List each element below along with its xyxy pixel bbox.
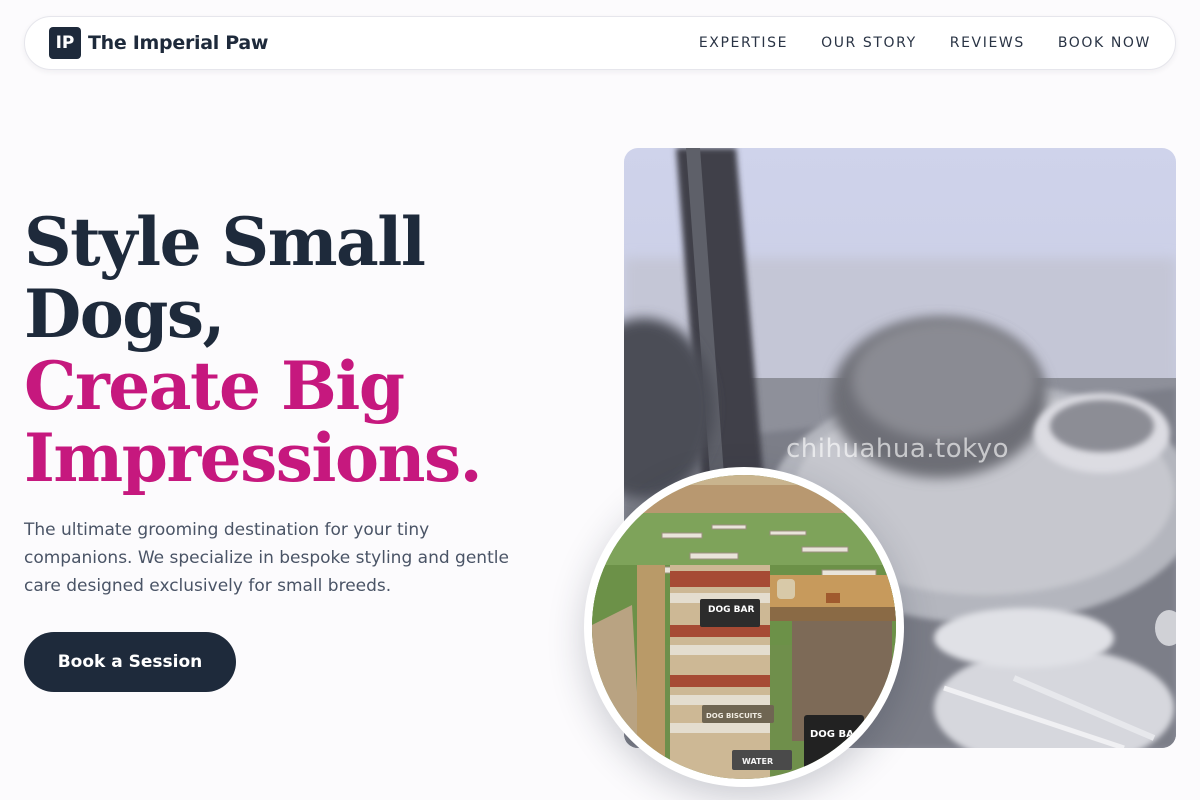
brand[interactable]: IP The Imperial Paw xyxy=(49,27,268,59)
hero-headline: Style Small Dogs, Create Big Impressions… xyxy=(24,206,584,494)
nav-link-our-story[interactable]: OUR STORY xyxy=(821,35,917,51)
sign-water: WATER xyxy=(742,757,773,766)
headline-line-1: Style Small xyxy=(24,203,426,281)
book-session-button[interactable]: Book a Session xyxy=(24,632,236,692)
brand-logo: IP xyxy=(49,27,81,59)
sign-dog-biscuits: DOG BISCUITS xyxy=(706,712,762,720)
photo-watermark: chihuahua.tokyo xyxy=(786,434,1010,464)
nav-link-reviews[interactable]: REVIEWS xyxy=(950,35,1025,51)
headline-accent-line-1: Create Big xyxy=(24,347,405,425)
nav-link-expertise[interactable]: EXPERTISE xyxy=(699,35,788,51)
brand-name: The Imperial Paw xyxy=(88,32,269,54)
headline-line-2: Dogs, xyxy=(24,275,226,353)
dog-bar-photo: DOG BAR DOG BISCUITS WATER DOG BA xyxy=(592,475,896,779)
top-nav: IP The Imperial Paw EXPERTISE OUR STORY … xyxy=(24,16,1176,70)
sign-dog-bar-bottom: DOG BA xyxy=(810,729,854,740)
dog-bar-illustration: DOG BAR DOG BISCUITS WATER DOG BA xyxy=(592,475,896,779)
nav-link-book-now[interactable]: BOOK NOW xyxy=(1058,35,1151,51)
headline-accent-line-2: Impressions. xyxy=(24,419,483,497)
nav-links: EXPERTISE OUR STORY REVIEWS BOOK NOW xyxy=(699,35,1151,51)
sign-dog-bar-top: DOG BAR xyxy=(708,605,754,615)
hero-description: The ultimate grooming destination for yo… xyxy=(24,520,509,596)
hero-circle-photo: DOG BAR DOG BISCUITS WATER DOG BA xyxy=(584,467,904,787)
